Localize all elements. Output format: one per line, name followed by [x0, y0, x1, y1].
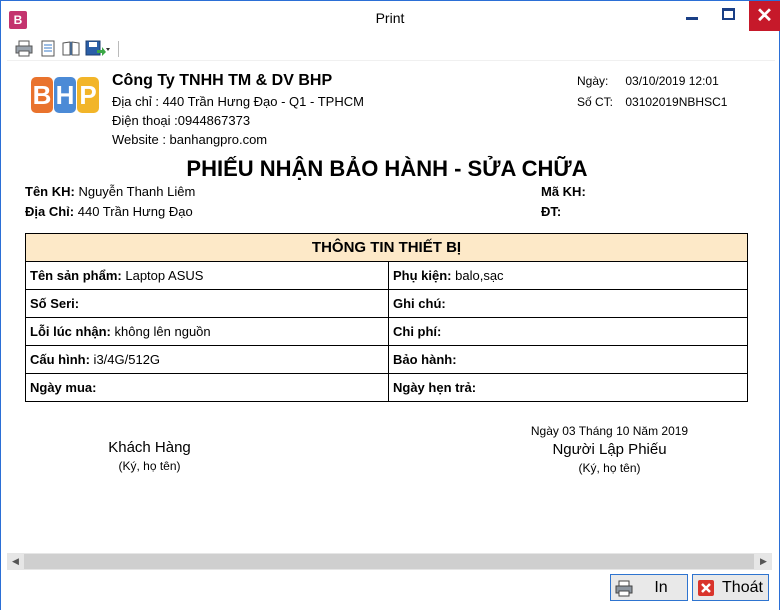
- customer-address-label: Địa Chỉ:: [25, 204, 75, 219]
- print-toolbar: [7, 37, 775, 61]
- print-toolbar-button[interactable]: [15, 40, 33, 57]
- config-cell: Cấu hình: i3/4G/512G: [25, 345, 389, 374]
- close-icon: ✕: [756, 5, 773, 27]
- creator-sign-note: (Ký, họ tên): [578, 461, 641, 475]
- minimize-button[interactable]: [677, 1, 707, 31]
- customer-address-value: 440 Trần Hưng Đạo: [74, 204, 193, 219]
- scrollbar-thumb[interactable]: [24, 554, 754, 569]
- fault-cell: Lỗi lúc nhận: không lên nguồn: [25, 317, 389, 346]
- table-row: Số Seri: Ghi chú:: [25, 289, 748, 318]
- device-info-table: THÔNG TIN THIẾT BỊ Tên sản phẩm: Laptop …: [25, 233, 748, 402]
- page-setup-icon: [41, 40, 55, 57]
- maximize-icon: [721, 8, 735, 21]
- page-setup-button[interactable]: [39, 40, 57, 57]
- scroll-right-icon[interactable]: ▶: [755, 553, 772, 570]
- table-row: Tên sản phẩm: Laptop ASUS Phụ kiện: balo…: [25, 261, 748, 290]
- sign-date-line: Ngày 03 Tháng 10 Năm 2019: [530, 424, 689, 438]
- close-icon: [698, 580, 714, 596]
- book-view-icon: [62, 41, 80, 56]
- table-row: Ngày mua: Ngày hẹn trả:: [25, 373, 748, 402]
- export-save-icon: [85, 40, 110, 56]
- document-title: PHIẾU NHẬN BẢO HÀNH - SỬA CHỮA: [186, 156, 588, 181]
- customer-address: Địa Chỉ: 440 Trần Hưng Đạo: [25, 204, 193, 219]
- return-date-cell: Ngày hẹn trả:: [388, 373, 748, 402]
- device-info-header: THÔNG TIN THIẾT BỊ: [25, 233, 748, 262]
- horizontal-scrollbar[interactable]: ◀ ▶: [7, 553, 772, 570]
- company-address: Địa chỉ : 440 Trần Hưng Đạo - Q1 - TPHCM: [112, 94, 364, 109]
- customer-name-value: Nguyễn Thanh Liêm: [74, 184, 196, 199]
- maximize-button[interactable]: [713, 1, 743, 31]
- customer-code-label: Mã KH:: [541, 184, 586, 199]
- title-bar: B Print ✕: [1, 1, 780, 34]
- scroll-left-icon[interactable]: ◀: [7, 553, 24, 570]
- creator-signature: Ngày 03 Tháng 10 Năm 2019 Người Lập Phiế…: [507, 424, 712, 475]
- customer-name: Tên KH: Nguyễn Thanh Liêm: [25, 184, 195, 199]
- product-name-cell: Tên sản phẩm: Laptop ASUS: [25, 261, 389, 290]
- company-phone: Điện thoại :0944867373: [112, 113, 251, 128]
- book-view-button[interactable]: [62, 40, 80, 57]
- export-save-button[interactable]: [85, 40, 111, 57]
- document-meta: Ngày: 03/10/2019 12:01 Số CT: 03102019NB…: [577, 71, 727, 113]
- print-window: B Print ✕ B H P Công Ty TNHH TM & DV BHP…: [0, 0, 780, 610]
- purchase-date-cell: Ngày mua:: [25, 373, 389, 402]
- printer-icon: [15, 40, 33, 57]
- serial-cell: Số Seri:: [25, 289, 389, 318]
- toolbar-separator: [118, 41, 119, 57]
- customer-phone: ĐT:: [541, 204, 561, 219]
- notes-cell: Ghi chú:: [388, 289, 748, 318]
- exit-button[interactable]: Thoát: [692, 574, 769, 601]
- print-button-label: In: [654, 579, 668, 596]
- window-title: Print: [375, 10, 405, 26]
- customer-role: Khách Hàng: [108, 439, 191, 456]
- company-logo: B H P: [31, 77, 101, 115]
- customer-name-label: Tên KH:: [25, 184, 75, 199]
- customer-phone-label: ĐT:: [541, 204, 562, 219]
- cost-cell: Chi phí:: [388, 317, 748, 346]
- print-button[interactable]: In: [610, 574, 688, 601]
- doc-number-label: Số CT:: [577, 95, 614, 109]
- table-row: Lỗi lúc nhận: không lên nguồn Chi phí:: [25, 317, 748, 346]
- creator-role: Người Lập Phiếu: [552, 441, 667, 458]
- print-preview-page: B H P Công Ty TNHH TM & DV BHP Địa chỉ :…: [7, 63, 772, 553]
- footer-bar: In Thoát: [1, 570, 779, 610]
- company-name: Công Ty TNHH TM & DV BHP: [112, 72, 333, 89]
- accessories-cell: Phụ kiện: balo,sạc: [388, 261, 748, 290]
- date-value: 03/10/2019 12:01: [625, 74, 719, 88]
- doc-number-value: 03102019NBHSC1: [625, 95, 728, 109]
- printer-icon: [615, 580, 633, 597]
- date-label: Ngày:: [577, 74, 609, 88]
- customer-code: Mã KH:: [541, 184, 586, 199]
- exit-button-label: Thoát: [722, 579, 763, 596]
- company-website: Website : banhangpro.com: [112, 132, 268, 147]
- close-window-button[interactable]: ✕: [749, 1, 780, 31]
- table-row: Cấu hình: i3/4G/512G Bảo hành:: [25, 345, 748, 374]
- warranty-cell: Bảo hành:: [388, 345, 748, 374]
- customer-signature: Khách Hàng (Ký, họ tên): [97, 439, 202, 473]
- company-info: Công Ty TNHH TM & DV BHP Địa chỉ : 440 T…: [112, 72, 364, 149]
- customer-sign-note: (Ký, họ tên): [118, 459, 181, 473]
- minimize-icon: [686, 17, 698, 21]
